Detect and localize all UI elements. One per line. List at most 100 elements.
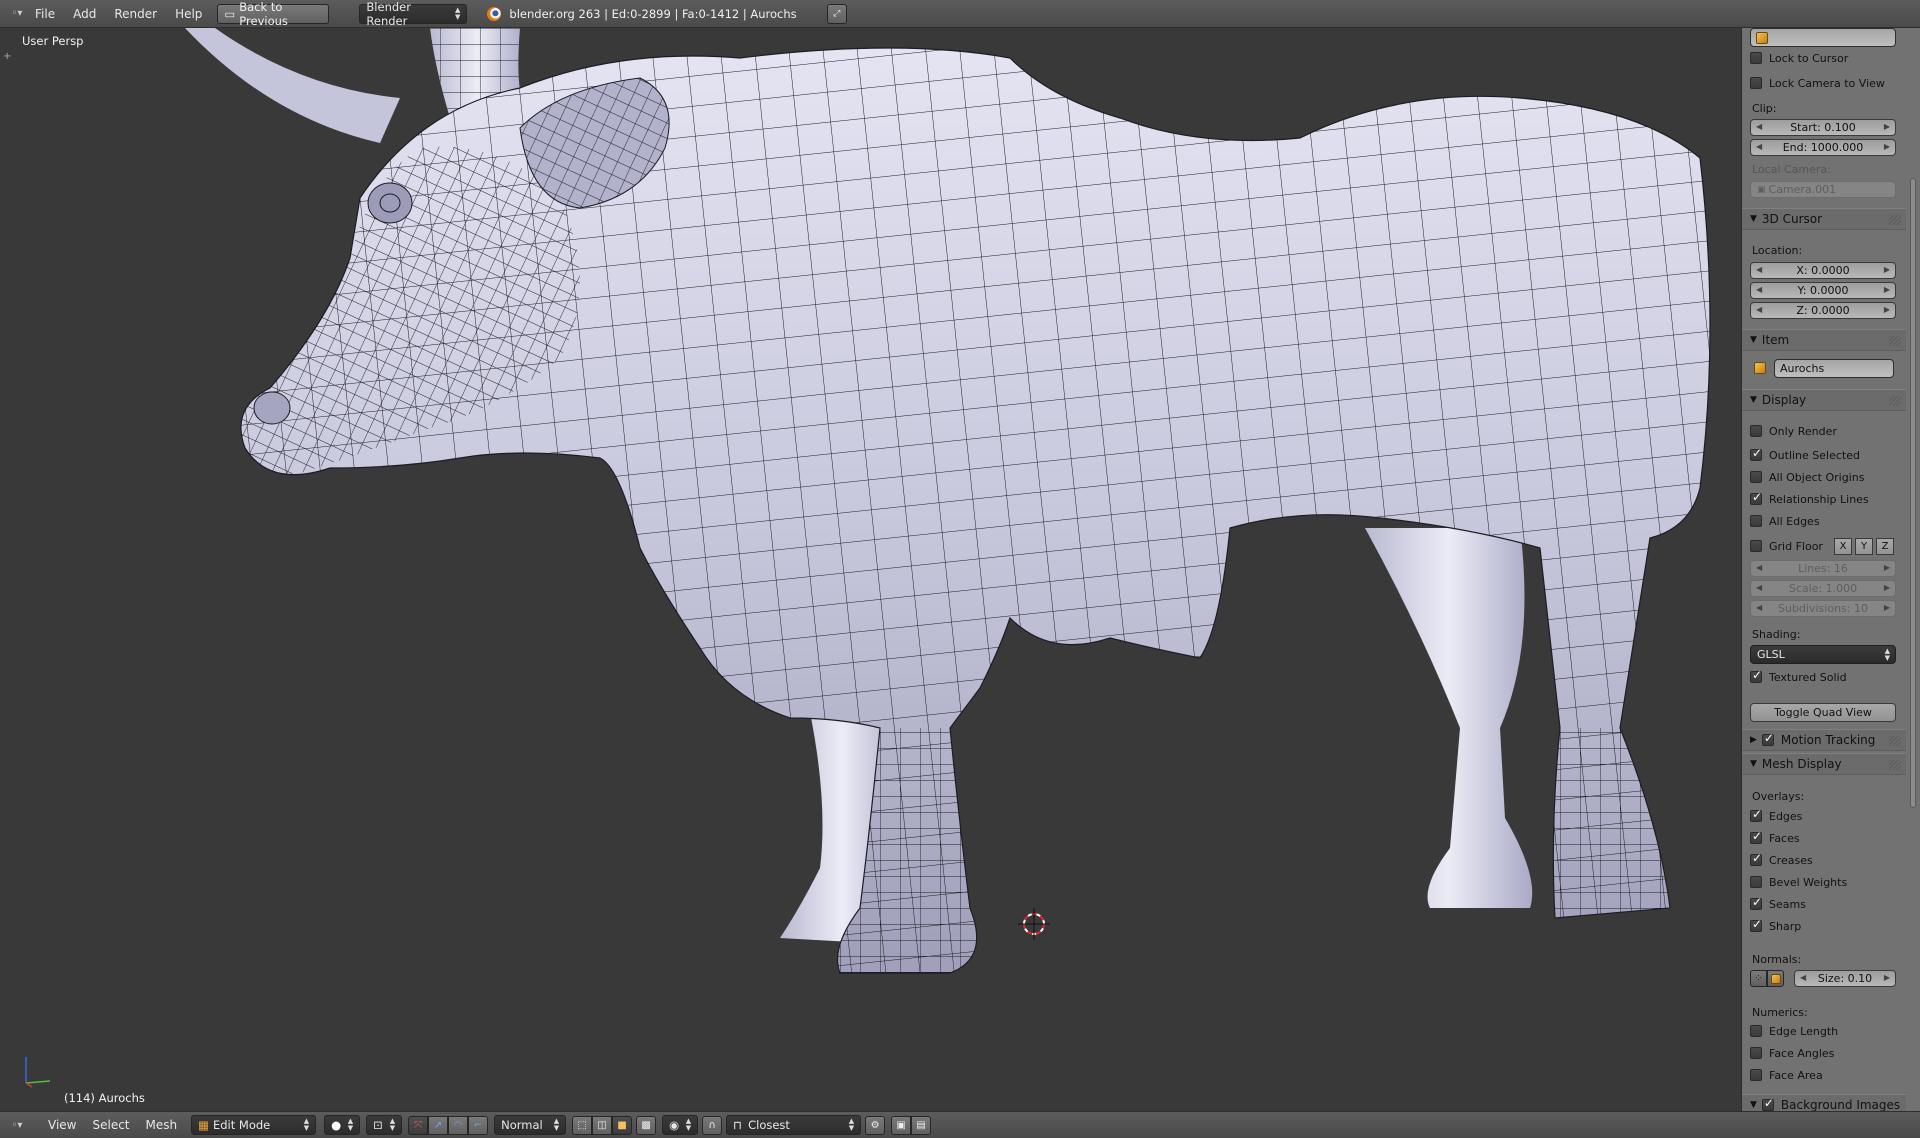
panel-header-background-images[interactable]: ▼ Background Images [1742,1094,1906,1111]
seams-checkbox[interactable]: Seams [1750,894,1900,914]
object-name-field[interactable]: Aurochs [1774,359,1894,378]
increment-arrow-icon[interactable]: ▶ [1884,142,1890,151]
decrement-arrow-icon[interactable]: ◀ [1800,973,1806,982]
checkbox[interactable] [1750,829,1762,844]
shading-select[interactable]: GLSL ▲ ▼ [1750,645,1896,664]
checkbox[interactable] [1750,471,1762,483]
checkbox[interactable] [1750,917,1762,932]
normals-size-field[interactable]: ◀ Size: 0.10 ▶ [1794,970,1896,987]
outline-selected-checkbox[interactable]: Outline Selected [1750,445,1900,465]
menu-render[interactable]: Render [105,0,166,28]
sharp-checkbox[interactable]: Sharp [1750,916,1900,936]
faces-checkbox[interactable]: Faces [1750,828,1900,848]
3d-cursor-icon[interactable] [1018,908,1050,940]
checkbox[interactable] [1761,1096,1774,1111]
vertex-select-mode[interactable]: ⬚ [572,1115,593,1135]
clip-start-field[interactable]: ◀ Start: 0.100 ▶ [1750,119,1896,136]
checkbox[interactable] [1750,425,1762,437]
checkbox[interactable] [1750,668,1762,683]
checkbox[interactable] [1750,851,1762,866]
lock-camera-checkbox[interactable]: Lock Camera to View [1750,73,1900,93]
rotate-manipulator[interactable]: ◠ [448,1115,469,1135]
pivot-point-select[interactable]: ⊡ ▲ ▼ [366,1115,403,1135]
scale-manipulator[interactable]: ⌐ [468,1115,489,1135]
proportional-edit-select[interactable]: ◉ ▲ ▼ [662,1115,699,1135]
menu-select[interactable]: Select [84,1118,137,1132]
increment-arrow-icon[interactable]: ▶ [1884,973,1890,982]
edge-length-checkbox[interactable]: Edge Length [1750,1021,1900,1041]
checkbox[interactable] [1750,52,1762,64]
fullscreen-toggle-button[interactable]: ⤢ [826,3,847,24]
decrement-arrow-icon[interactable]: ◀ [1756,285,1762,294]
cursor-x-field[interactable]: ◀ X: 0.0000 ▶ [1750,262,1896,279]
checkbox[interactable] [1750,77,1762,89]
edge-select-mode[interactable]: ◫ [592,1115,613,1135]
properties-scrollbar[interactable] [1906,28,1920,1111]
checkbox[interactable] [1750,490,1762,505]
face-select-mode[interactable]: ■ [612,1115,633,1135]
vertex-normals-toggle[interactable]: ⁘ [1750,970,1767,987]
decrement-arrow-icon[interactable]: ◀ [1756,122,1762,131]
region-expand-icon[interactable]: + [3,51,11,62]
creases-checkbox[interactable]: Creases [1750,850,1900,870]
mode-select[interactable]: ▦ Edit Mode ▲ ▼ [191,1115,317,1135]
axis-x-toggle[interactable]: X [1834,538,1852,555]
panel-header-mesh-display[interactable]: ▼ Mesh Display [1742,753,1906,775]
menu-view[interactable]: View [40,1118,84,1132]
transform-orientation-select[interactable]: Normal ▲ ▼ [494,1115,567,1135]
aurochs-mesh[interactable] [0,28,1741,1111]
menu-file[interactable]: File [26,0,64,28]
opengl-animation-button[interactable]: ▤ [911,1115,932,1135]
decrement-arrow-icon[interactable]: ◀ [1756,305,1762,314]
menu-mesh[interactable]: Mesh [138,1118,186,1132]
checkbox[interactable] [1750,540,1762,552]
increment-arrow-icon[interactable]: ▶ [1884,122,1890,131]
manipulator-toggle[interactable]: ⤧ [408,1115,429,1135]
lock-to-cursor-checkbox[interactable]: Lock to Cursor [1750,48,1900,68]
3d-viewport[interactable]: User Persp + (114) Aurochs [0,28,1741,1111]
all-edges-checkbox[interactable]: All Edges [1750,511,1900,531]
increment-arrow-icon[interactable]: ▶ [1884,265,1890,274]
editor-type-icon[interactable]: ◦▾ [8,1116,26,1134]
checkbox[interactable] [1750,895,1762,910]
camera-lock-object-field[interactable] [1750,28,1896,47]
face-area-checkbox[interactable]: Face Area [1750,1065,1900,1085]
checkbox[interactable] [1750,446,1762,461]
scrollbar-thumb[interactable] [1910,178,1916,808]
snap-options-button[interactable]: ⚙ [865,1115,886,1135]
decrement-arrow-icon[interactable]: ◀ [1756,142,1762,151]
panel-header-display[interactable]: ▼ Display [1742,389,1906,411]
all-object-origins-checkbox[interactable]: All Object Origins [1750,467,1900,487]
axis-y-toggle[interactable]: Y [1855,538,1873,555]
relationship-lines-checkbox[interactable]: Relationship Lines [1750,489,1900,509]
editor-type-icon[interactable]: ◦▾ [8,5,26,23]
checkbox[interactable] [1750,515,1762,527]
face-angles-checkbox[interactable]: Face Angles [1750,1043,1900,1063]
snap-toggle[interactable]: ∩ [702,1115,723,1135]
panel-header-3d-cursor[interactable]: ▼ 3D Cursor [1742,208,1906,230]
translate-manipulator[interactable]: ↗ [428,1115,449,1135]
only-render-checkbox[interactable]: Only Render [1750,421,1900,441]
axis-z-toggle[interactable]: Z [1876,538,1894,555]
drag-grip-icon[interactable] [1889,736,1901,746]
opengl-render-button[interactable]: ▣ [891,1115,912,1135]
toggle-quad-view-button[interactable]: Toggle Quad View [1750,703,1896,722]
checkbox[interactable] [1750,1069,1762,1081]
checkbox[interactable] [1750,807,1762,822]
checkbox[interactable] [1750,1025,1762,1037]
drag-grip-icon[interactable] [1889,760,1901,770]
menu-help[interactable]: Help [166,0,211,28]
increment-arrow-icon[interactable]: ▶ [1884,285,1890,294]
cursor-z-field[interactable]: ◀ Z: 0.0000 ▶ [1750,302,1896,319]
occlude-geometry-toggle[interactable]: ▩ [636,1115,657,1135]
edges-checkbox[interactable]: Edges [1750,806,1900,826]
bevel-weights-checkbox[interactable]: Bevel Weights [1750,872,1900,892]
checkbox[interactable] [1750,876,1762,888]
drag-grip-icon[interactable] [1889,215,1901,225]
clip-end-field[interactable]: ◀ End: 1000.000 ▶ [1750,139,1896,156]
decrement-arrow-icon[interactable]: ◀ [1756,265,1762,274]
snap-target-select[interactable]: ⊓ Closest ▲ ▼ [726,1115,862,1135]
menu-add[interactable]: Add [64,0,105,28]
drag-grip-icon[interactable] [1889,396,1901,406]
cursor-y-field[interactable]: ◀ Y: 0.0000 ▶ [1750,282,1896,299]
